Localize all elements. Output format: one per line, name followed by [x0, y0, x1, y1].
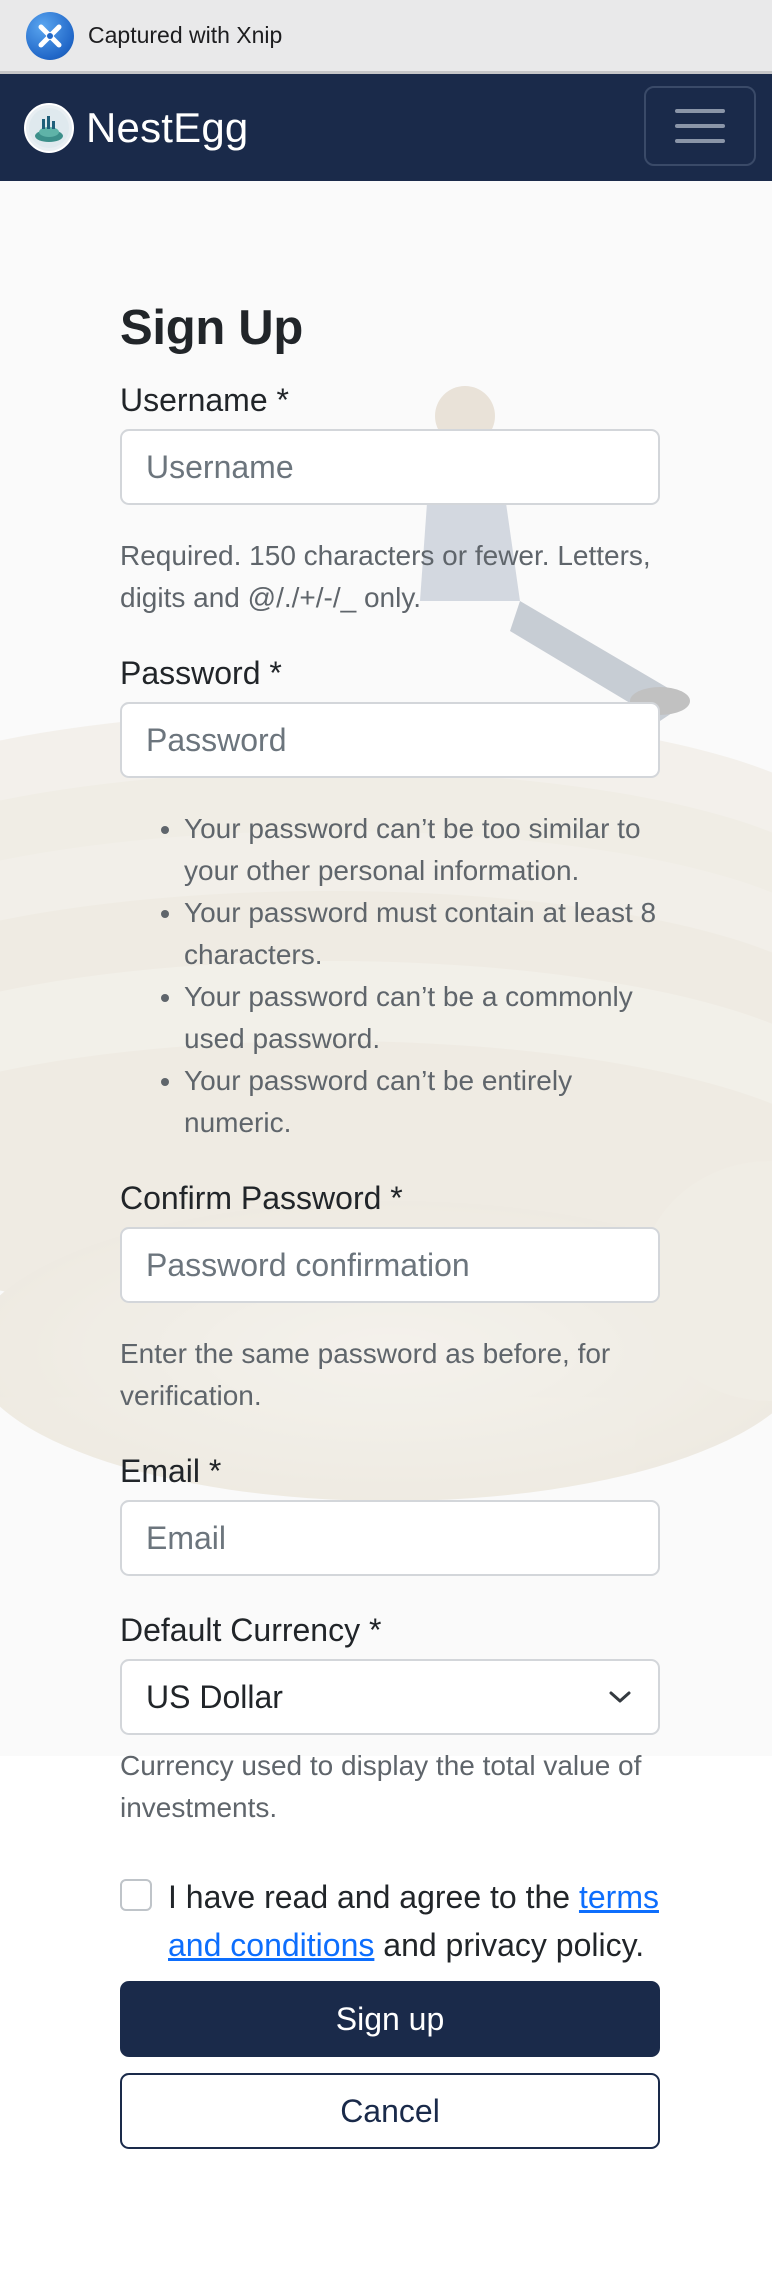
hamburger-menu-icon[interactable] — [644, 86, 756, 166]
confirm-password-label: Confirm Password * — [120, 1180, 403, 1216]
password-rules-list: Your password can’t be too similar to yo… — [120, 808, 660, 1144]
terms-row: I have read and agree to the terms and c… — [120, 1873, 660, 1969]
password-label: Password * — [120, 655, 282, 691]
capture-bar: Captured with Xnip — [0, 0, 772, 74]
capture-text: Captured with Xnip — [88, 22, 283, 48]
currency-field-group: Default Currency * US Dollar Currency us… — [120, 1612, 660, 1829]
email-label: Email * — [120, 1453, 222, 1489]
currency-label: Default Currency * — [120, 1612, 382, 1648]
navbar: NestEgg — [0, 74, 772, 181]
password-input[interactable] — [120, 702, 660, 778]
chevron-down-icon — [609, 1691, 631, 1703]
confirm-password-help: Enter the same password as before, for v… — [120, 1338, 611, 1411]
username-help: Required. 150 characters or fewer. Lette… — [120, 540, 651, 613]
password-rule: Your password can’t be a commonly used p… — [184, 976, 660, 1060]
currency-help: Currency used to display the total value… — [120, 1750, 642, 1823]
brand-name[interactable]: NestEgg — [86, 104, 249, 152]
password-rule: Your password can’t be entirely numeric. — [184, 1060, 660, 1144]
page-title: Sign Up — [120, 301, 303, 355]
currency-selected-value: US Dollar — [146, 1678, 283, 1715]
password-field-group: Password * Your password can’t be too si… — [120, 655, 660, 1144]
username-input[interactable] — [120, 429, 660, 505]
cancel-button[interactable]: Cancel — [120, 2073, 660, 2149]
password-rule: Your password can’t be too similar to yo… — [184, 808, 660, 892]
currency-select[interactable]: US Dollar — [120, 1659, 660, 1735]
password-rule: Your password must contain at least 8 ch… — [184, 892, 660, 976]
terms-prefix: I have read and agree to the — [168, 1879, 579, 1915]
signup-form: Sign Up Username * Required. 150 charact… — [120, 300, 660, 2149]
terms-label: I have read and agree to the terms and c… — [168, 1873, 660, 1969]
xnip-logo-icon — [26, 11, 74, 60]
confirm-password-field-group: Confirm Password * Enter the same passwo… — [120, 1180, 660, 1417]
username-label: Username * — [120, 382, 289, 418]
nestegg-logo-icon[interactable] — [24, 102, 74, 153]
sign-up-button[interactable]: Sign up — [120, 1981, 660, 2057]
confirm-password-input[interactable] — [120, 1227, 660, 1303]
email-field-group: Email * — [120, 1453, 660, 1576]
terms-checkbox[interactable] — [120, 1879, 152, 1911]
terms-suffix: and privacy policy. — [374, 1927, 645, 1963]
username-field-group: Username * Required. 150 characters or f… — [120, 382, 660, 619]
email-input[interactable] — [120, 1500, 660, 1576]
